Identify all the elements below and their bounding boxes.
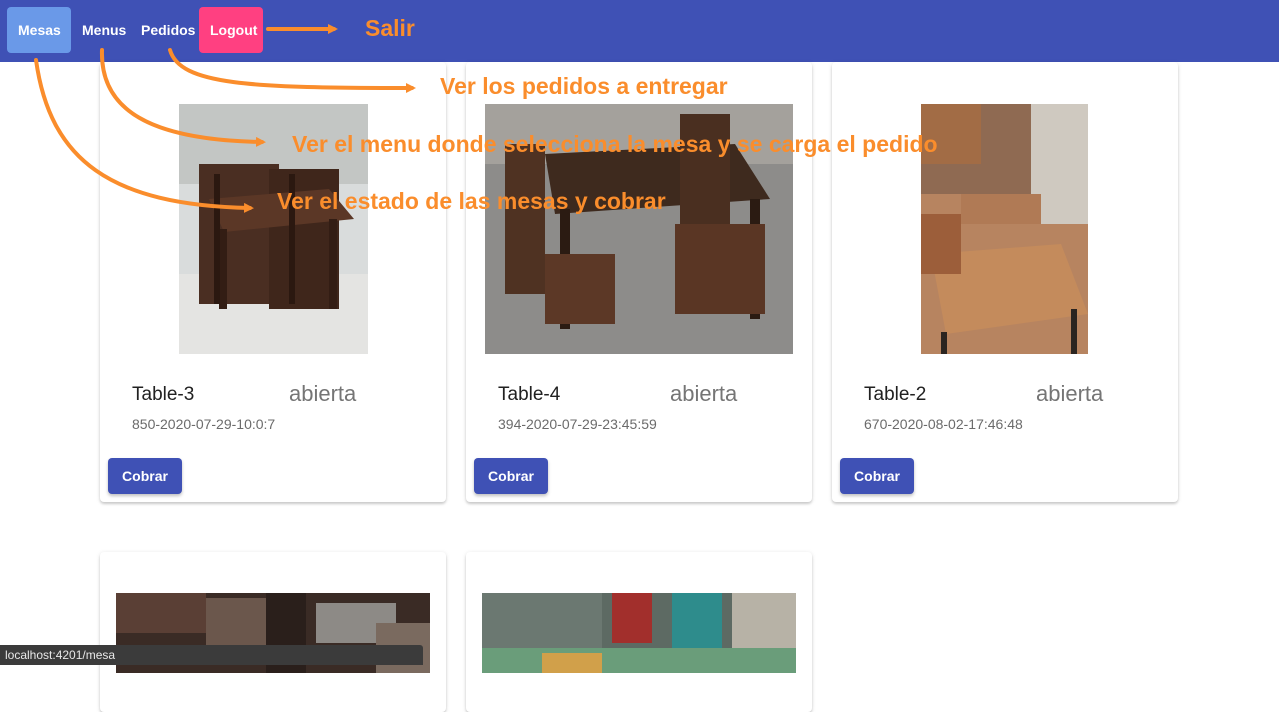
cobrar-button[interactable]: Cobrar (840, 458, 914, 494)
table-card: Table-4 abierta 394-2020-07-29-23:45:59 … (466, 62, 812, 502)
nav-menus-button[interactable]: Menus (71, 7, 137, 53)
table-card: Table-3 abierta 850-2020-07-29-10:0:7 Co… (100, 62, 446, 502)
table-card (100, 552, 446, 712)
browser-status-url: localhost:4201/mesa (0, 645, 423, 665)
table-name: Table-4 (498, 384, 561, 405)
table-status: abierta (1036, 381, 1104, 406)
cobrar-button[interactable]: Cobrar (108, 458, 182, 494)
annotation-pedidos: Ver los pedidos a entregar (440, 73, 728, 99)
nav-mesas-button[interactable]: Mesas (7, 7, 71, 53)
table-order-id: 670-2020-08-02-17:46:48 (864, 416, 1023, 432)
nav-pedidos-button[interactable]: Pedidos (130, 7, 206, 53)
cobrar-button[interactable]: Cobrar (474, 458, 548, 494)
table-photo (482, 593, 796, 673)
table-card: Table-2 abierta 670-2020-08-02-17:46:48 … (832, 62, 1178, 502)
table-photo (921, 104, 1088, 354)
table-order-id: 850-2020-07-29-10:0:7 (132, 416, 276, 432)
annotation-menus: Ver el menu donde selecciona la mesa y s… (292, 131, 938, 157)
table-name: Table-3 (132, 384, 195, 405)
table-status: abierta (289, 381, 357, 406)
table-status: abierta (670, 381, 738, 406)
annotation-mesas: Ver el estado de las mesas y cobrar (277, 188, 666, 214)
table-name: Table-2 (864, 384, 927, 405)
nav-logout-button[interactable]: Logout (199, 7, 263, 53)
table-card (466, 552, 812, 712)
annotation-salir: Salir (365, 15, 415, 41)
table-order-id: 394-2020-07-29-23:45:59 (498, 416, 657, 432)
top-navbar: Mesas Menus Pedidos Logout (0, 0, 1279, 62)
